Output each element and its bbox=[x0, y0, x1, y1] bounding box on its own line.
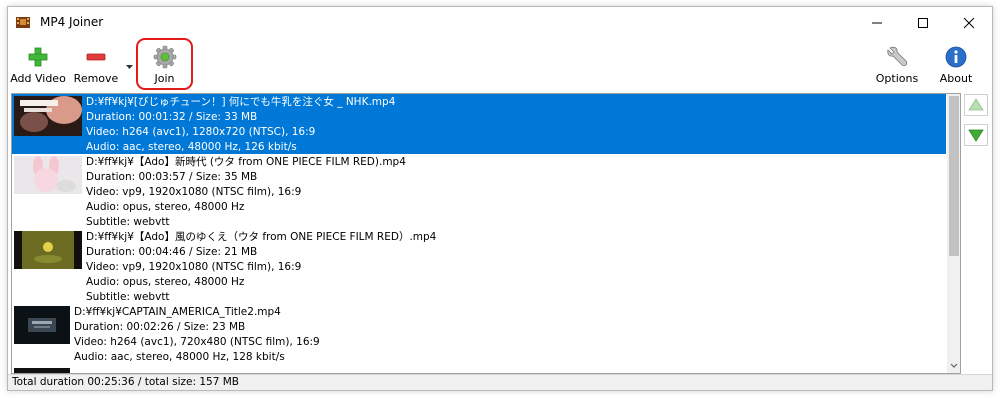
file-path: D:¥ff¥kj¥CAPTAIN_AMERICA_Title2.mp4 bbox=[74, 306, 281, 318]
status-bar: Total duration 00:25:36 / total size: 15… bbox=[8, 374, 992, 390]
title-bar: MP4 Joiner bbox=[8, 7, 992, 37]
info-icon bbox=[945, 46, 967, 68]
window-title: MP4 Joiner bbox=[40, 15, 104, 29]
add-video-label: Add Video bbox=[10, 72, 66, 85]
file-info: D:¥ff¥kj¥【Ado】風のゆくえ（ウタ from ONE PIECE FI… bbox=[86, 230, 436, 305]
close-button[interactable] bbox=[946, 7, 992, 37]
reorder-controls bbox=[964, 94, 988, 154]
video-thumbnail bbox=[14, 231, 82, 269]
file-duration: Duration: 00:04:46 / Size: 21 MB bbox=[86, 246, 258, 258]
scroll-down-arrow-icon[interactable] bbox=[947, 359, 961, 373]
about-button[interactable]: About bbox=[934, 39, 978, 91]
file-path: D:¥ff¥kj¥【Ado】新時代 (ウタ from ONE PIECE FIL… bbox=[86, 156, 406, 168]
arrow-down-icon bbox=[968, 129, 984, 142]
file-path: D:¥ff¥kj¥[びじゅチューン！] 何にでも牛乳を注ぐ女 _ NHK.mp4 bbox=[86, 96, 396, 108]
options-button[interactable]: Options bbox=[874, 39, 920, 91]
close-icon bbox=[963, 17, 975, 29]
list-item[interactable]: D:¥ff¥kj¥【Ado】風のゆくえ（ウタ from ONE PIECE FI… bbox=[12, 229, 946, 304]
join-highlight-annotation bbox=[136, 38, 193, 90]
file-info: D:¥ff¥kj¥CAPTAIN_AMERICA_Title2.mp4 Dura… bbox=[74, 305, 320, 365]
list-item[interactable]: D:¥ff¥kj¥CAPTAIN_AMERICA_Title2.mp4 Dura… bbox=[12, 304, 946, 366]
maximize-button[interactable] bbox=[900, 7, 946, 37]
status-text: Total duration 00:25:36 / total size: 15… bbox=[12, 376, 239, 388]
file-duration: Duration: 00:01:32 / Size: 33 MB bbox=[86, 111, 258, 123]
options-label: Options bbox=[875, 72, 919, 85]
file-video-info: Video: vp9, 1920x1080 (NTSC film), 16:9 bbox=[86, 186, 302, 198]
list-item[interactable]: D:¥ff¥kj¥[びじゅチューン！] 何にでも牛乳を注ぐ女 _ NHK.mp4… bbox=[12, 94, 946, 154]
file-audio-info: Audio: opus, stereo, 48000 Hz bbox=[86, 201, 245, 213]
file-subtitle-info: Subtitle: webvtt bbox=[86, 291, 170, 303]
video-thumbnail bbox=[14, 96, 82, 136]
file-audio-info: Audio: aac, stereo, 48000 Hz, 126 kbit/s bbox=[86, 141, 297, 153]
list-scrollbar[interactable] bbox=[947, 94, 961, 373]
video-thumbnail bbox=[14, 156, 82, 194]
move-down-button[interactable] bbox=[964, 124, 988, 146]
film-icon bbox=[16, 17, 30, 28]
file-video-info: Video: h264 (avc1), 1280x720 (NTSC), 16:… bbox=[86, 126, 316, 138]
add-video-button[interactable]: Add Video bbox=[10, 39, 66, 91]
file-duration: Duration: 00:02:26 / Size: 23 MB bbox=[74, 321, 246, 333]
toolbar: Add Video Remove Join Options About bbox=[8, 37, 992, 93]
minus-icon bbox=[86, 53, 106, 61]
file-audio-info: Audio: aac, stereo, 48000 Hz, 128 kbit/s bbox=[74, 351, 285, 363]
file-subtitle-info: Subtitle: webvtt bbox=[86, 216, 170, 228]
arrow-up-icon bbox=[968, 98, 984, 111]
list-item[interactable]: D:¥ff¥kj¥【Ado】新時代 (ウタ from ONE PIECE FIL… bbox=[12, 154, 946, 229]
file-video-info: Video: h264 (avc1), 720x480 (NTSC film),… bbox=[74, 336, 320, 348]
wrench-icon bbox=[887, 46, 908, 67]
move-up-button[interactable] bbox=[964, 94, 988, 116]
file-duration: Duration: 00:03:57 / Size: 35 MB bbox=[86, 171, 258, 183]
scrollbar-thumb[interactable] bbox=[949, 96, 959, 256]
remove-button[interactable]: Remove bbox=[70, 39, 122, 91]
plus-icon bbox=[28, 47, 48, 67]
file-info: D:¥ff¥kj¥[びじゅチューン！] 何にでも牛乳を注ぐ女 _ NHK.mp4… bbox=[86, 95, 395, 155]
remove-label: Remove bbox=[73, 72, 119, 85]
remove-dropdown-arrow-icon[interactable] bbox=[126, 65, 133, 69]
app-window: MP4 Joiner Add Video Remove Join Options… bbox=[7, 6, 993, 391]
minimize-button[interactable] bbox=[854, 7, 900, 37]
minimize-icon bbox=[872, 22, 882, 24]
about-label: About bbox=[939, 72, 973, 85]
file-audio-info: Audio: opus, stereo, 48000 Hz bbox=[86, 276, 245, 288]
file-list[interactable]: D:¥ff¥kj¥[びじゅチューン！] 何にでも牛乳を注ぐ女 _ NHK.mp4… bbox=[11, 93, 961, 374]
list-item-partial[interactable] bbox=[12, 366, 946, 373]
video-thumbnail bbox=[14, 306, 70, 344]
file-info: D:¥ff¥kj¥【Ado】新時代 (ウタ from ONE PIECE FIL… bbox=[86, 155, 406, 230]
file-video-info: Video: vp9, 1920x1080 (NTSC film), 16:9 bbox=[86, 261, 302, 273]
maximize-icon bbox=[918, 18, 928, 28]
file-path: D:¥ff¥kj¥【Ado】風のゆくえ（ウタ from ONE PIECE FI… bbox=[86, 231, 437, 243]
